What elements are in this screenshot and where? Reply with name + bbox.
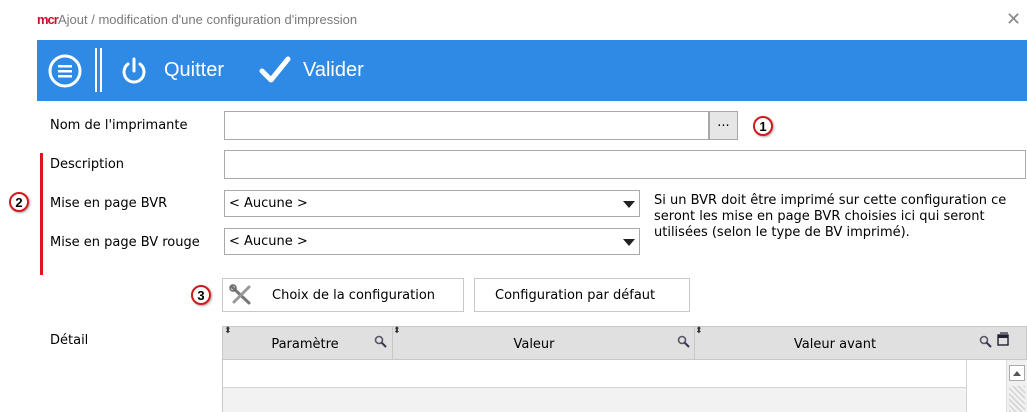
scrollbar[interactable] [1006, 360, 1027, 412]
table-row[interactable] [223, 360, 967, 387]
tools-icon [229, 284, 253, 306]
sort-icon[interactable]: ⬍ [695, 326, 703, 336]
annotation-badge-1: 1 [753, 116, 773, 136]
default-config-label: Configuration par défaut [495, 288, 656, 303]
column-header-valeur-avant[interactable]: Valeur avant [700, 337, 970, 352]
chevron-down-icon[interactable] [623, 201, 635, 208]
annotation-badge-2: 2 [9, 192, 29, 212]
grid-body [222, 360, 1027, 412]
chevron-down-icon[interactable] [623, 239, 635, 246]
check-icon[interactable] [259, 56, 291, 84]
bvr-layout-select[interactable]: < Aucune > [224, 190, 640, 217]
column-divider [966, 360, 967, 412]
title-bar: mcr Ajout / modification d'une configura… [0, 0, 1027, 40]
column-chooser-icon[interactable] [996, 332, 1010, 350]
detail-label: Détail [50, 333, 89, 348]
choose-config-button[interactable]: Choix de la configuration [222, 278, 464, 312]
filter-search-icon[interactable] [374, 335, 388, 353]
quit-button[interactable]: Quitter [164, 59, 224, 82]
browse-button[interactable]: ... [709, 111, 738, 140]
toolbar-separator [95, 48, 97, 92]
red-bv-layout-value: < Aucune > [229, 234, 308, 249]
app-logo: mcr [37, 12, 59, 27]
power-icon[interactable] [119, 56, 149, 86]
filter-search-icon[interactable] [979, 335, 993, 353]
bvr-layout-value: < Aucune > [229, 196, 308, 211]
filter-search-icon[interactable] [677, 335, 691, 353]
menu-icon[interactable] [48, 54, 82, 88]
description-label: Description [50, 157, 125, 172]
default-config-button[interactable]: Configuration par défaut [474, 278, 690, 312]
bvr-layout-label: Mise en page BVR [50, 196, 168, 211]
column-header-valeur[interactable]: Valeur [394, 337, 674, 352]
printer-name-input[interactable] [224, 111, 709, 140]
column-header-parametre[interactable]: Paramètre [240, 337, 370, 352]
sort-icon[interactable]: ⬍ [393, 326, 401, 336]
validate-button[interactable]: Valider [303, 59, 364, 82]
red-bv-layout-label: Mise en page BV rouge [50, 235, 200, 250]
scroll-up-button[interactable] [1009, 365, 1025, 381]
description-input[interactable] [224, 150, 1026, 179]
chevron-up-icon [1013, 371, 1021, 376]
toolbar-separator [100, 48, 102, 92]
info-text: Si un BVR doit être imprimé sur cette co… [654, 193, 1007, 240]
annotation-badge-3: 3 [191, 285, 211, 305]
table-row[interactable] [223, 388, 967, 412]
close-icon[interactable]: ✕ [1006, 9, 1021, 30]
red-bv-layout-select[interactable]: < Aucune > [224, 228, 640, 255]
choose-config-label: Choix de la configuration [272, 288, 436, 303]
scrollbar-track[interactable] [1009, 386, 1025, 412]
toolbar: Quitter Valider [37, 40, 1027, 101]
window-title: Ajout / modification d'une configuration… [58, 12, 358, 27]
annotation-bar [40, 153, 43, 275]
printer-name-label: Nom de l'imprimante [50, 118, 188, 133]
sort-icon[interactable]: ⬍ [224, 326, 232, 336]
